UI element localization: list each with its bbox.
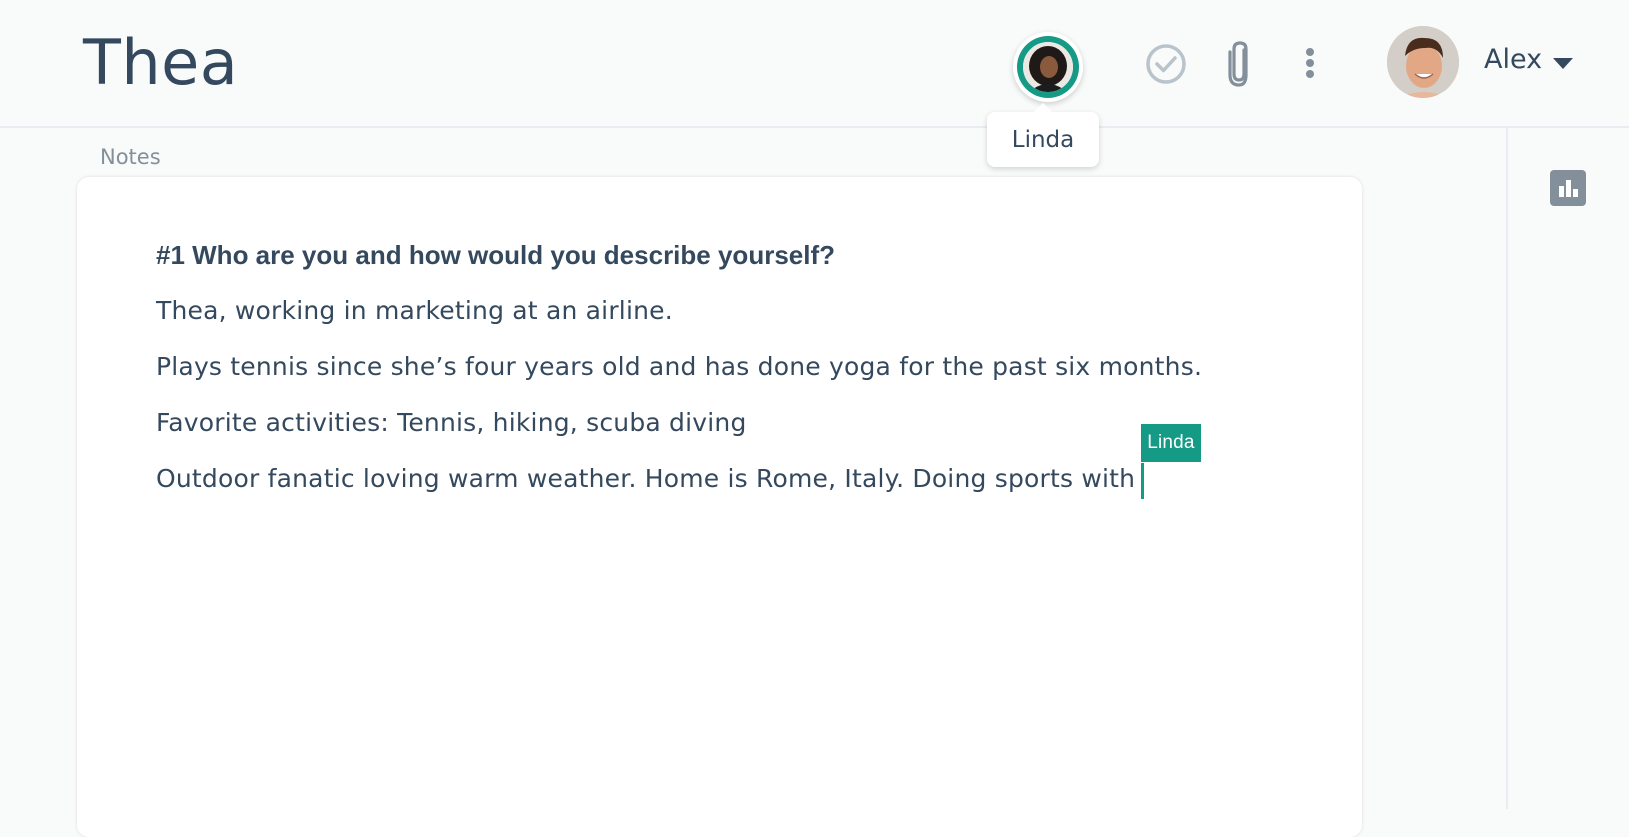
note-line: Thea, working in marketing at an airline… [156,296,673,325]
avatar-photo [1023,42,1073,92]
page-title: Thea [83,26,239,99]
panel-divider [1506,128,1508,809]
attach-button[interactable] [1225,40,1255,88]
note-line: Outdoor fanatic loving warm weather. Hom… [156,464,1136,493]
question-heading: #1 Who are you and how would you describ… [156,240,835,270]
collaborator-avatar-linda[interactable] [1013,32,1083,102]
notes-label: Notes [100,145,161,169]
paperclip-icon [1228,41,1248,87]
remote-cursor-label: Linda [1141,424,1201,462]
user-avatar[interactable] [1387,26,1459,98]
remote-cursor: Linda [1141,424,1201,499]
notes-editor[interactable]: #1 Who are you and how would you describ… [77,177,1362,837]
note-line-with-cursor: Outdoor fanatic loving warm weather. Hom… [156,424,1316,507]
avatar-photo [1387,26,1459,98]
kebab-menu-icon [1306,48,1314,78]
user-name[interactable]: Alex [1484,44,1542,75]
top-bar: Thea Linda Alex [0,0,1629,167]
more-options-button[interactable] [1302,46,1318,82]
check-circle-icon [1146,44,1186,84]
analytics-button[interactable] [1550,170,1586,206]
remote-cursor-caret [1141,463,1145,499]
notes-content[interactable]: #1 Who are you and how would you describ… [156,227,1316,507]
caret-down-icon[interactable] [1553,58,1573,69]
note-line: Plays tennis since she’s four years old … [156,352,1203,381]
collaborator-tooltip: Linda [987,103,1099,167]
complete-button[interactable] [1145,43,1187,85]
